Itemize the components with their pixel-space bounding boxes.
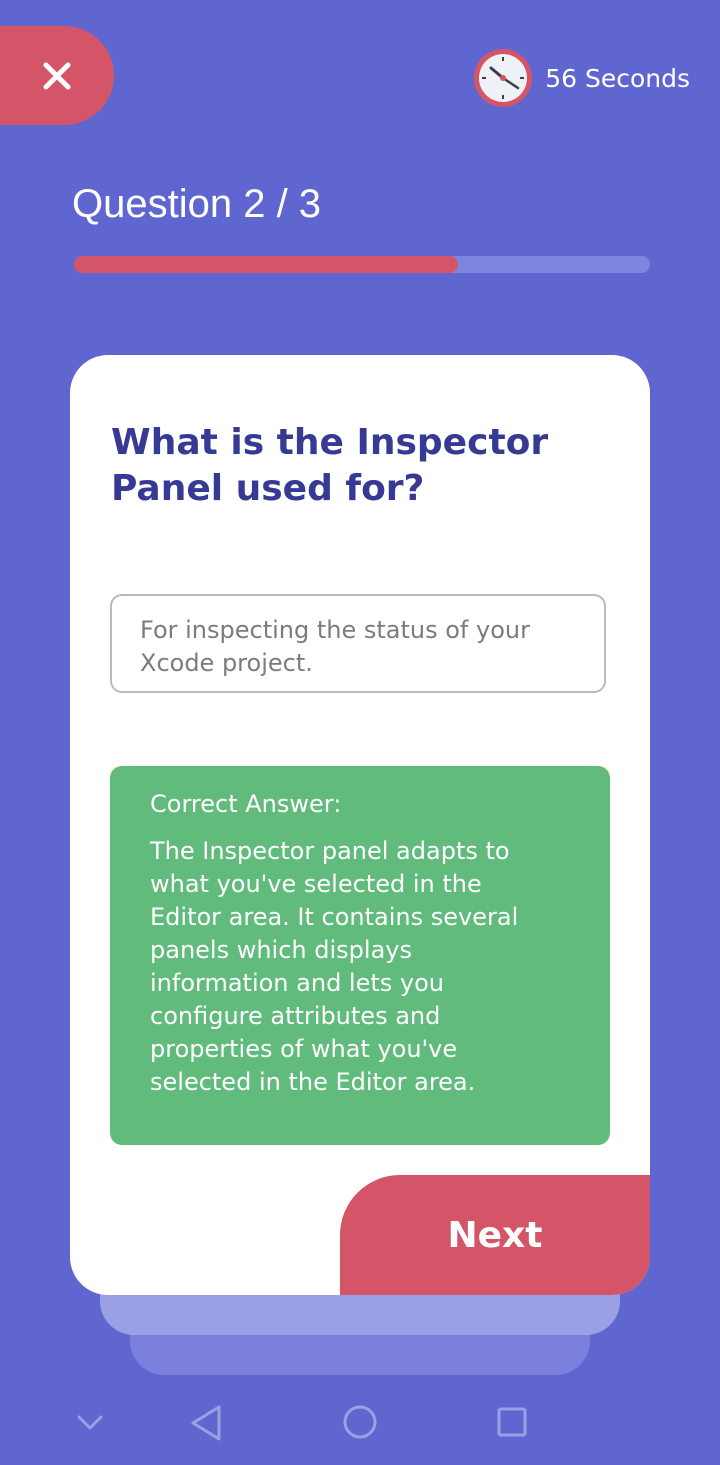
- question-card: What is the Inspector Panel used for? Fo…: [70, 355, 650, 1295]
- correct-answer-label: Correct Answer:: [150, 790, 342, 818]
- close-icon: [43, 62, 71, 89]
- question-text: What is the Inspector Panel used for?: [111, 422, 549, 509]
- timer-text: 56 Seconds: [545, 63, 690, 93]
- progress-bar-fill: [74, 256, 459, 273]
- clock-icon: [474, 49, 533, 107]
- close-button[interactable]: [0, 26, 114, 125]
- question-counter: Question 2 / 3: [72, 182, 322, 226]
- next-button[interactable]: Next: [340, 1175, 650, 1295]
- recents-square-icon[interactable]: [496, 1406, 528, 1438]
- selected-answer: For inspecting the status of your Xcode …: [110, 594, 606, 693]
- correct-answer-panel: Correct Answer: The Inspector panel adap…: [110, 766, 610, 1145]
- correct-answer-text: The Inspector panel adapts to what you'v…: [150, 837, 519, 1096]
- home-circle-icon[interactable]: [342, 1404, 378, 1440]
- chevron-down-icon[interactable]: [76, 1410, 104, 1434]
- timer: 56 Seconds: [473, 48, 690, 108]
- progress-bar: [74, 256, 650, 273]
- back-triangle-icon[interactable]: [188, 1403, 224, 1443]
